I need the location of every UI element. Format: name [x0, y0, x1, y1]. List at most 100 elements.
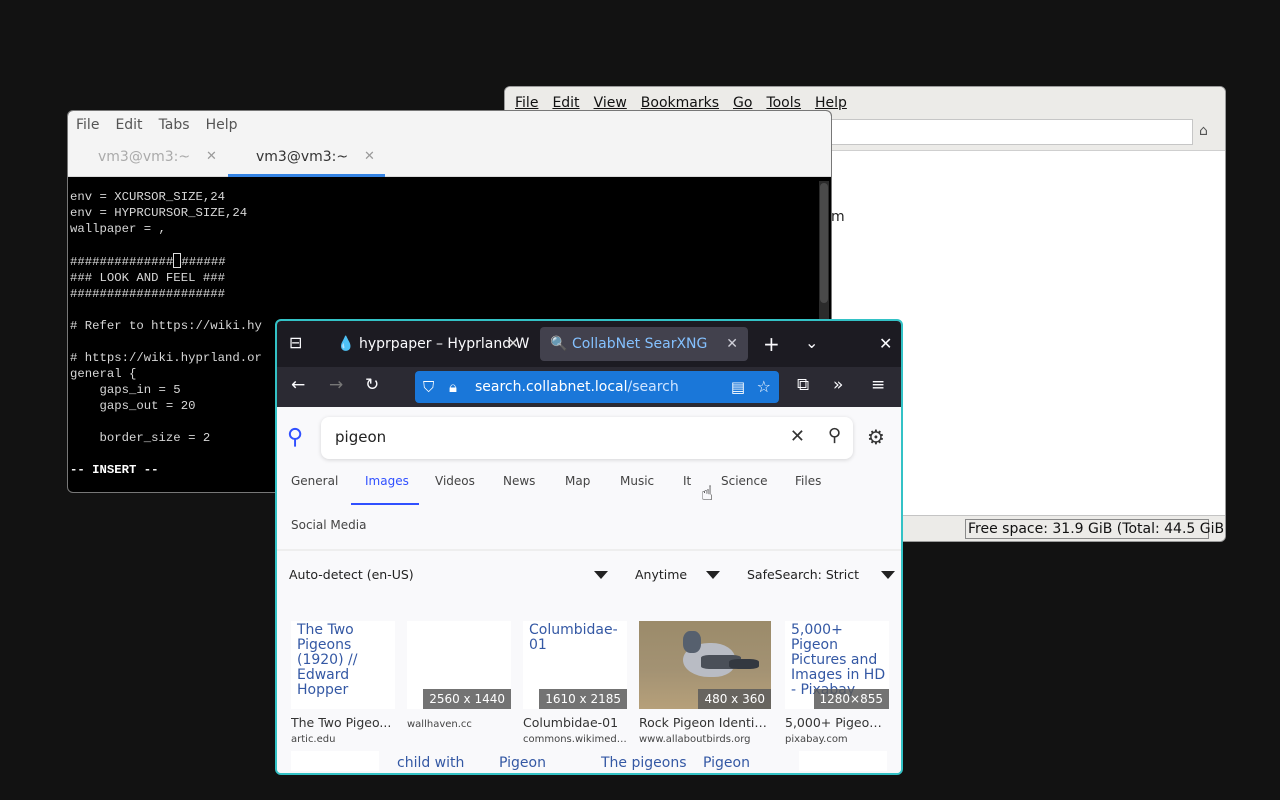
result-thumbnail[interactable]: 2560 x 1440 [407, 621, 511, 709]
dimension-badge: 2560 x 1440 [423, 689, 511, 709]
result-thumb-title[interactable]: The pigeons [601, 755, 687, 771]
tab-it[interactable]: It [683, 474, 691, 488]
result-caption[interactable]: The Two Pigeo... [291, 715, 395, 730]
term-tab-2[interactable]: vm3@vm3:~ ✕ [228, 139, 385, 177]
image-result[interactable] [291, 751, 379, 771]
back-icon[interactable]: ← [291, 375, 305, 395]
droplet-icon: 💧 [337, 336, 355, 352]
forward-icon[interactable]: → [329, 375, 343, 395]
tab-overview-icon[interactable]: ⊟ [289, 333, 302, 352]
close-icon[interactable]: ✕ [726, 327, 738, 361]
chevron-down-icon[interactable] [881, 571, 895, 579]
result-thumb-title[interactable]: Pigeon [703, 755, 750, 771]
active-tab-underline [351, 503, 419, 505]
searxng-logo-icon[interactable]: ⚲ [287, 425, 303, 450]
searxng-page: ⚲ pigeon ✕ ⚲ ⚙ General Images Videos New… [277, 407, 901, 773]
result-source: commons.wikimedia.... [523, 734, 627, 745]
reader-view-icon[interactable]: ▤ [731, 371, 745, 403]
tab-general[interactable]: General [291, 474, 338, 488]
divider [277, 549, 901, 551]
result-thumbnail[interactable]: 5,000+ Pigeon Pictures and Images in HD … [785, 621, 889, 709]
image-result[interactable]: 5,000+ Pigeon Pictures and Images in HD … [785, 621, 889, 745]
term-menu-help[interactable]: Help [206, 117, 238, 133]
chevron-down-icon[interactable]: ⌄ [805, 333, 818, 352]
thumb-alt-text: The Two Pigeons (1920) // Edward Hopper [297, 622, 358, 698]
result-thumbnail[interactable]: Columbidae-01 1610 x 2185 [523, 621, 627, 709]
term-tab-1[interactable]: vm3@vm3:~ ✕ [70, 139, 220, 177]
term-line: wallpaper = , [70, 222, 166, 236]
tab-images[interactable]: Images [365, 474, 409, 488]
overflow-chevrons-icon[interactable]: » [833, 375, 843, 395]
hamburger-menu-icon[interactable]: ≡ [871, 375, 885, 395]
shield-icon[interactable]: ⛉ [423, 371, 434, 403]
term-line: ##################### [70, 287, 225, 301]
term-line: ############## [70, 255, 174, 269]
result-caption[interactable]: Rock Pigeon Identific... [639, 715, 771, 730]
time-range-select[interactable]: Anytime [635, 567, 687, 582]
image-result[interactable] [799, 751, 887, 771]
fm-item-fragment: m [831, 209, 845, 225]
image-result[interactable]: The Two Pigeons (1920) // Edward Hopper … [291, 621, 395, 745]
safesearch-select[interactable]: SafeSearch: Strict [747, 567, 859, 582]
tag-icon[interactable]: ⌂ [1199, 123, 1217, 141]
browser-tab-1[interactable]: 💧 hyprpaper – Hyprland Wiki ✕ [327, 327, 529, 361]
tab-videos[interactable]: Videos [435, 474, 475, 488]
tab-label: CollabNet SearXNG [572, 336, 708, 352]
search-submit-icon[interactable]: ⚲ [828, 425, 841, 446]
dimension-badge: 1280×855 [813, 689, 889, 709]
term-line: env = HYPRCURSOR_SIZE,24 [70, 206, 248, 220]
tab-files[interactable]: Files [795, 474, 821, 488]
term-menu-edit[interactable]: Edit [115, 117, 142, 133]
chevron-down-icon[interactable] [706, 571, 720, 579]
tab-social-media[interactable]: Social Media [291, 518, 366, 532]
image-result[interactable]: 2560 x 1440 wallhaven.cc [407, 621, 511, 730]
term-line: ###### [181, 255, 226, 269]
term-line: env = XCURSOR_SIZE,24 [70, 190, 225, 204]
close-icon[interactable]: ✕ [507, 327, 519, 361]
result-thumb-title[interactable]: Pigeon [499, 755, 546, 771]
search-box[interactable]: pigeon ✕ ⚲ [321, 417, 853, 459]
term-menu-file[interactable]: File [76, 117, 99, 133]
bookmark-star-icon[interactable]: ☆ [757, 371, 771, 403]
url-bar[interactable]: ⛉ 🔒︎ search.collabnet.local/search ▤ ☆ [415, 371, 779, 403]
term-menubar: File Edit Tabs Help [68, 111, 831, 139]
image-result[interactable]: Columbidae-01 1610 x 2185 Columbidae-01 … [523, 621, 627, 745]
image-result[interactable]: 480 x 360 Rock Pigeon Identific... www.a… [639, 621, 771, 745]
vim-mode-indicator: -- INSERT -- [70, 463, 159, 477]
tab-news[interactable]: News [503, 474, 535, 488]
term-tabbar: vm3@vm3:~ ✕ vm3@vm3:~ ✕ [68, 139, 831, 177]
term-menu-tabs[interactable]: Tabs [159, 117, 190, 133]
window-close-icon[interactable]: ✕ [879, 334, 892, 353]
url-text: search.collabnet.local/search [475, 379, 679, 395]
language-select[interactable]: Auto-detect (en-US) [289, 567, 414, 582]
result-caption[interactable]: 5,000+ Pigeon ... [785, 715, 889, 730]
result-thumbnail[interactable]: The Two Pigeons (1920) // Edward Hopper [291, 621, 395, 709]
term-line: ### LOOK AND FEEL ### [70, 271, 225, 285]
clear-icon[interactable]: ✕ [790, 426, 805, 447]
lock-icon[interactable]: 🔒︎ [449, 371, 457, 403]
search-input[interactable]: pigeon [335, 428, 386, 446]
fm-location-input[interactable] [805, 119, 1193, 145]
term-line: border_size = 2 [70, 431, 211, 445]
thumb-alt-text: 5,000+ Pigeon Pictures and Images in HD … [791, 622, 886, 698]
reload-icon[interactable]: ↻ [365, 375, 379, 395]
browser-navbar: ← → ↻ ⛉ 🔒︎ search.collabnet.local/search… [277, 367, 901, 407]
result-caption[interactable]: Columbidae-01 [523, 715, 627, 730]
close-icon[interactable]: ✕ [364, 139, 375, 175]
search-icon: 🔍 [550, 336, 568, 352]
extensions-icon[interactable]: ⧉ [797, 375, 809, 395]
term-line: # https://wiki.hyprland.or [70, 351, 262, 365]
chevron-down-icon[interactable] [594, 571, 608, 579]
new-tab-icon[interactable]: + [763, 332, 780, 356]
result-thumbnail[interactable]: 480 x 360 [639, 621, 771, 709]
result-thumb-title[interactable]: child with [397, 755, 464, 771]
tab-map[interactable]: Map [565, 474, 590, 488]
gear-icon[interactable]: ⚙ [867, 425, 885, 449]
tab-music[interactable]: Music [620, 474, 654, 488]
tab-label: hyprpaper – Hyprland Wiki [359, 336, 529, 352]
term-line: gaps_out = 20 [70, 399, 196, 413]
close-icon[interactable]: ✕ [206, 139, 217, 175]
browser-tab-2[interactable]: 🔍 CollabNet SearXNG ✕ [540, 327, 748, 361]
tab-science[interactable]: Science [721, 474, 768, 488]
hand-cursor-icon: ☝ [701, 481, 714, 505]
